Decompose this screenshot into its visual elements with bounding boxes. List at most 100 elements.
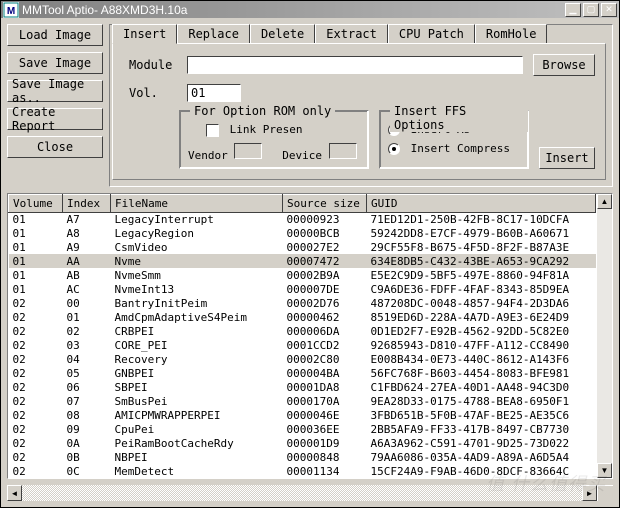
col-index[interactable]: Index: [63, 194, 111, 212]
table-row[interactable]: 0207SmBusPei0000170A9EA28D33-0175-4788-B…: [9, 394, 596, 408]
module-input[interactable]: [187, 56, 523, 74]
insert-compress-label: Insert Compress: [411, 142, 510, 155]
cell-name: CsmVideo: [111, 240, 283, 254]
table-row[interactable]: 01A7LegacyInterrupt0000092371ED12D1-250B…: [9, 212, 596, 226]
cell-name: BantryInitPeim: [111, 296, 283, 310]
tab-row: Insert Replace Delete Extract CPU Patch …: [110, 24, 612, 43]
vendor-input[interactable]: [234, 143, 262, 159]
cell-vol: 02: [9, 380, 63, 394]
cell-name: MemDetect: [111, 464, 283, 478]
scroll-right-button[interactable]: ►: [582, 485, 597, 501]
scroll-up-button[interactable]: ▲: [597, 194, 612, 209]
table-row[interactable]: 01ACNvmeInt13000007DEC9A6DE36-FDFF-4FAF-…: [9, 282, 596, 296]
cell-idx: A7: [63, 212, 111, 226]
table-row[interactable]: 0209CpuPei000036EE2BB5AFA9-FF33-417B-849…: [9, 422, 596, 436]
col-filename[interactable]: FileName: [111, 194, 283, 212]
insert-button[interactable]: Insert: [539, 147, 595, 169]
cell-size: 00000848: [283, 450, 367, 464]
save-image-button[interactable]: Save Image: [7, 52, 103, 74]
table-header-row: Volume Index FileName Source size GUID: [9, 194, 596, 212]
cell-size: 00000BCB: [283, 226, 367, 240]
cell-size: 000004BA: [283, 366, 367, 380]
cell-guid: 92685943-D810-47FF-A112-CC8490: [367, 338, 596, 352]
cell-guid: 3FBD651B-5F0B-47AF-BE25-AE35C6: [367, 408, 596, 422]
cell-idx: 0C: [63, 464, 111, 478]
scroll-down-button[interactable]: ▼: [597, 463, 612, 478]
col-guid[interactable]: GUID: [367, 194, 596, 212]
table-row[interactable]: 01A9CsmVideo000027E229CF55F8-B675-4F5D-8…: [9, 240, 596, 254]
module-table-scroll[interactable]: Volume Index FileName Source size GUID 0…: [8, 194, 596, 479]
cell-vol: 01: [9, 212, 63, 226]
tab-insert[interactable]: Insert: [112, 24, 177, 44]
cell-idx: 01: [63, 310, 111, 324]
hscroll-track[interactable]: [22, 485, 582, 501]
table-row[interactable]: 0201AmdCpmAdaptiveS4Peim000004628519ED6D…: [9, 310, 596, 324]
table-row[interactable]: 020BNBPEI0000084879AA6086-035A-4AD9-A89A…: [9, 450, 596, 464]
scroll-track[interactable]: [597, 209, 612, 464]
cell-guid: E008B434-0E73-440C-8612-A143F6: [367, 352, 596, 366]
tab-delete[interactable]: Delete: [250, 24, 315, 43]
table-row[interactable]: 020APeiRamBootCacheRdy000001D9A6A3A962-C…: [9, 436, 596, 450]
create-report-button[interactable]: Create Report: [7, 108, 103, 130]
vertical-scrollbar[interactable]: ▲ ▼: [596, 194, 612, 479]
cell-guid: 71ED12D1-250B-42FB-8C17-10DCFA: [367, 212, 596, 226]
cell-guid: 2BB5AFA9-FF33-417B-8497-CB7730: [367, 422, 596, 436]
table-row[interactable]: 0204Recovery00002C80E008B434-0E73-440C-8…: [9, 352, 596, 366]
save-image-as-button[interactable]: Save Image as..: [7, 80, 103, 102]
tab-replace[interactable]: Replace: [177, 24, 250, 43]
cell-guid: 15CF24A9-F9AB-46D0-8DCF-83664C: [367, 464, 596, 478]
cell-name: CORE_PEI: [111, 338, 283, 352]
cell-guid: 8519ED6D-228A-4A7D-A9E3-6E24D9: [367, 310, 596, 324]
cell-idx: 0A: [63, 436, 111, 450]
cell-name: AMICPMWRAPPERPEI: [111, 408, 283, 422]
table-row[interactable]: 0205GNBPEI000004BA56FC768F-B603-4454-808…: [9, 366, 596, 380]
table-row[interactable]: 0200BantryInitPeim00002D76487208DC-0048-…: [9, 296, 596, 310]
cell-size: 00002B9A: [283, 268, 367, 282]
table-row[interactable]: 01A8LegacyRegion00000BCB59242DD8-E7CF-49…: [9, 226, 596, 240]
scroll-left-button[interactable]: ◄: [7, 485, 22, 501]
vol-input[interactable]: 01: [187, 84, 241, 102]
load-image-button[interactable]: Load Image: [7, 24, 103, 46]
table-row[interactable]: 020CMemDetect0000113415CF24A9-F9AB-46D0-…: [9, 464, 596, 478]
cell-idx: 02: [63, 324, 111, 338]
cell-size: 00000462: [283, 310, 367, 324]
horizontal-scrollbar[interactable]: ◄ ►: [7, 485, 613, 501]
cell-size: 000036EE: [283, 422, 367, 436]
cell-name: NvmeSmm: [111, 268, 283, 282]
table-row[interactable]: 01AANvme00007472634E8DB5-C432-43BE-A653-…: [9, 254, 596, 268]
cell-name: AmdCpmAdaptiveS4Peim: [111, 310, 283, 324]
cell-name: LegacyRegion: [111, 226, 283, 240]
table-row[interactable]: 0203CORE_PEI0001CCD292685943-D810-47FF-A…: [9, 338, 596, 352]
cell-idx: 07: [63, 394, 111, 408]
cell-guid: C9A6DE36-FDFF-4FAF-8343-85D9EA: [367, 282, 596, 296]
browse-button[interactable]: Browse: [533, 54, 595, 76]
table-row[interactable]: 01ABNvmeSmm00002B9AE5E2C9D9-5BF5-497E-88…: [9, 268, 596, 282]
minimize-button[interactable]: ▁: [565, 3, 581, 17]
close-window-button[interactable]: ✕: [601, 3, 617, 17]
close-button[interactable]: Close: [7, 136, 103, 158]
cell-name: CpuPei: [111, 422, 283, 436]
tab-cpu-patch[interactable]: CPU Patch: [388, 24, 475, 43]
link-presen-checkbox[interactable]: [206, 124, 219, 137]
cell-idx: A8: [63, 226, 111, 240]
col-sourcesize[interactable]: Source size: [283, 194, 367, 212]
table-row[interactable]: 0208AMICPMWRAPPERPEI0000046E3FBD651B-5F0…: [9, 408, 596, 422]
cell-guid: 487208DC-0048-4857-94F4-2D3DA6: [367, 296, 596, 310]
module-label: Module: [129, 58, 177, 72]
cell-size: 000027E2: [283, 240, 367, 254]
tab-extract[interactable]: Extract: [315, 24, 388, 43]
table-row[interactable]: 0206SBPEI00001DA8C1FBD624-27EA-40D1-AA48…: [9, 380, 596, 394]
insert-tab-body: Module Browse Vol. 01 For Option ROM onl…: [112, 43, 606, 180]
col-volume[interactable]: Volume: [9, 194, 63, 212]
tab-romhole[interactable]: RomHole: [475, 24, 548, 43]
insert-compress-radio[interactable]: [388, 143, 400, 155]
cell-size: 00000923: [283, 212, 367, 226]
cell-vol: 02: [9, 450, 63, 464]
resize-grip[interactable]: [597, 485, 613, 501]
maximize-button[interactable]: ▢: [583, 3, 599, 17]
cell-name: PeiRamBootCacheRdy: [111, 436, 283, 450]
cell-guid: 634E8DB5-C432-43BE-A653-9CA292: [367, 254, 596, 268]
table-row[interactable]: 0202CRBPEI000006DA0D1ED2F7-E92B-4562-92D…: [9, 324, 596, 338]
cell-vol: 01: [9, 226, 63, 240]
device-input[interactable]: [329, 143, 357, 159]
